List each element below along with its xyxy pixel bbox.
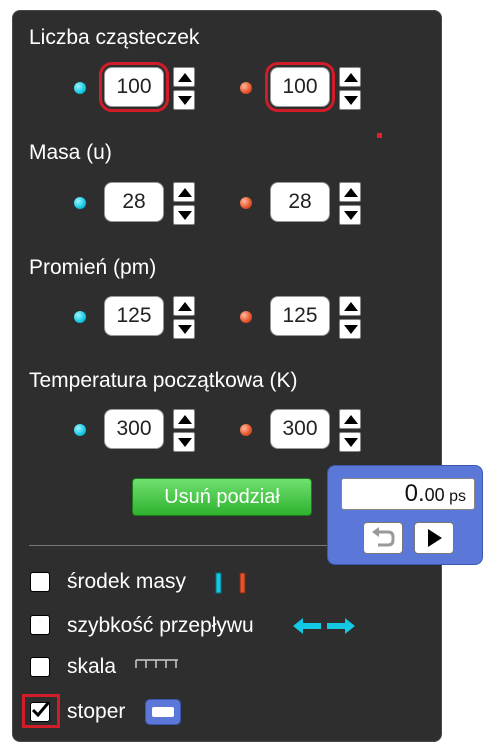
mass-left-spinner[interactable] <box>173 182 195 226</box>
increment-button[interactable] <box>339 296 361 316</box>
arrow-down-icon <box>178 438 192 447</box>
increment-button[interactable] <box>173 67 195 87</box>
arrow-up-icon <box>178 415 192 424</box>
orange-particle-icon <box>240 311 252 323</box>
arrow-up-icon <box>344 188 358 197</box>
reset-icon <box>372 527 395 547</box>
increment-button[interactable] <box>339 67 361 87</box>
increment-button[interactable] <box>173 409 195 429</box>
arrow-down-icon <box>344 211 358 220</box>
particles-right-input[interactable]: 100 <box>265 62 335 112</box>
decrement-button[interactable] <box>173 432 195 452</box>
temperature-right-spinner[interactable] <box>339 409 361 453</box>
ruler-icon <box>135 659 178 668</box>
particles-right-spinner[interactable] <box>339 67 361 111</box>
stopwatch-decimals: 00 <box>424 485 445 505</box>
red-marker <box>377 133 382 138</box>
remove-divider-button[interactable]: Usuń podział <box>132 478 312 516</box>
temperature-right-input[interactable]: 300 <box>270 409 330 449</box>
arrow-down-icon <box>344 325 358 334</box>
particles-left-input[interactable]: 100 <box>99 62 169 112</box>
mass-left-input[interactable]: 28 <box>104 182 164 222</box>
temperature-left-input[interactable]: 300 <box>104 409 164 449</box>
stopwatch-icon <box>145 699 181 725</box>
particles-left-spinner[interactable] <box>173 67 195 111</box>
arrow-down-icon <box>344 438 358 447</box>
scale-checkbox[interactable] <box>30 657 50 677</box>
arrow-down-icon <box>178 325 192 334</box>
radius-heading: Promień (pm) <box>29 256 157 279</box>
decrement-button[interactable] <box>173 205 195 225</box>
cyan-particle-icon <box>74 424 86 436</box>
center-of-mass-icon <box>215 572 246 594</box>
radius-left-spinner[interactable] <box>173 296 195 340</box>
stopwatch-display: 0.00 ps <box>341 478 475 510</box>
center-of-mass-checkbox[interactable] <box>30 572 50 592</box>
checkmark-icon <box>31 701 50 718</box>
stopwatch-checkbox[interactable] <box>30 701 50 722</box>
orange-particle-icon <box>240 424 252 436</box>
flow-rate-arrows-icon <box>293 618 355 634</box>
cyan-particle-icon <box>74 311 86 323</box>
scale-label: skala <box>67 655 117 678</box>
cyan-particle-icon <box>74 197 86 209</box>
arrow-up-icon <box>344 302 358 311</box>
mass-heading: Masa (u) <box>29 141 112 164</box>
decrement-button[interactable] <box>339 90 361 110</box>
play-icon <box>428 529 442 547</box>
reset-button[interactable] <box>363 522 403 554</box>
radius-right-spinner[interactable] <box>339 296 361 340</box>
mass-right-input[interactable]: 28 <box>270 182 330 222</box>
decrement-button[interactable] <box>173 90 195 110</box>
arrow-up-icon <box>178 73 192 82</box>
arrow-down-icon <box>178 211 192 220</box>
cyan-particle-icon <box>74 82 86 94</box>
increment-button[interactable] <box>173 182 195 202</box>
center-of-mass-label: środek masy <box>67 570 187 593</box>
increment-button[interactable] <box>339 409 361 429</box>
radius-right-input[interactable]: 125 <box>270 296 330 336</box>
arrow-up-icon <box>344 415 358 424</box>
mass-right-spinner[interactable] <box>339 182 361 226</box>
temperature-heading: Temperatura początkowa (K) <box>29 369 298 392</box>
stopwatch-unit: ps <box>449 488 466 505</box>
arrow-up-icon <box>178 302 192 311</box>
arrow-up-icon <box>344 73 358 82</box>
arrow-up-icon <box>178 188 192 197</box>
stopwatch-value: 0. <box>404 480 425 507</box>
arrow-down-icon <box>178 96 192 105</box>
decrement-button[interactable] <box>339 205 361 225</box>
stopwatch-widget[interactable]: 0.00 ps <box>327 465 483 565</box>
increment-button[interactable] <box>339 182 361 202</box>
decrement-button[interactable] <box>339 319 361 339</box>
play-button[interactable] <box>414 522 454 554</box>
orange-particle-icon <box>240 197 252 209</box>
temperature-left-spinner[interactable] <box>173 409 195 453</box>
flow-rate-checkbox[interactable] <box>30 615 50 635</box>
particles-heading: Liczba cząsteczek <box>29 26 200 49</box>
stopwatch-label: stoper <box>67 700 126 723</box>
increment-button[interactable] <box>173 296 195 316</box>
decrement-button[interactable] <box>339 432 361 452</box>
orange-particle-icon <box>240 82 252 94</box>
arrow-down-icon <box>344 96 358 105</box>
radius-left-input[interactable]: 125 <box>104 296 164 336</box>
decrement-button[interactable] <box>173 319 195 339</box>
flow-rate-label: szybkość przepływu <box>67 614 254 637</box>
